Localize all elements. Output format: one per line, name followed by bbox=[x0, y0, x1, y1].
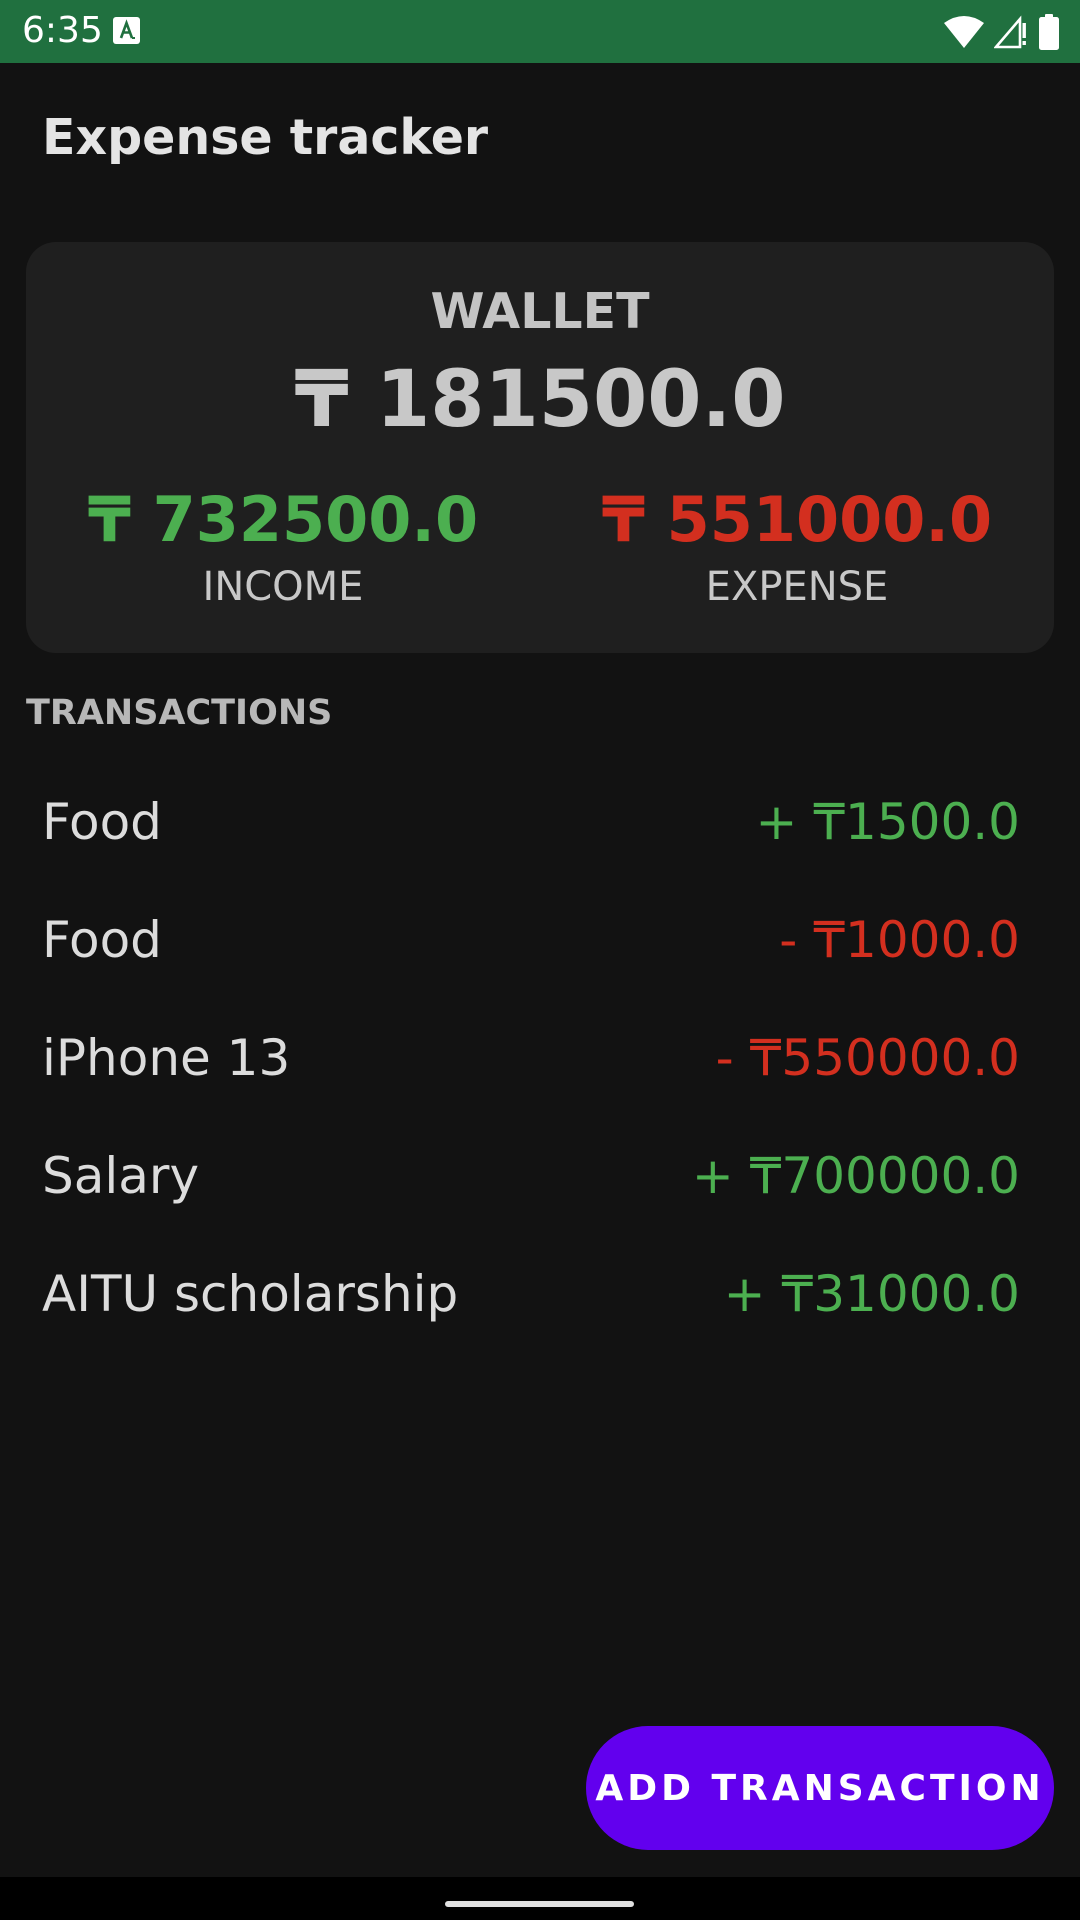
transaction-list: Food + ₸1500.0 Food - ₸1000.0 iPhone 13 … bbox=[42, 763, 1020, 1353]
transaction-amount: + ₸1500.0 bbox=[755, 793, 1020, 851]
transaction-amount: - ₸550000.0 bbox=[715, 1029, 1020, 1087]
transaction-row[interactable]: Food + ₸1500.0 bbox=[42, 763, 1020, 881]
transaction-row[interactable]: AITU scholarship + ₸31000.0 bbox=[42, 1235, 1020, 1353]
home-handle[interactable] bbox=[445, 1901, 634, 1907]
expense-amount: ₸ 551000.0 bbox=[601, 483, 993, 556]
wallet-card: WALLET ₸ 181500.0 ₸ 732500.0 INCOME ₸ 55… bbox=[26, 242, 1054, 653]
expense-summary: ₸ 551000.0 EXPENSE bbox=[540, 482, 1054, 612]
add-transaction-button[interactable]: ADD TRANSACTION bbox=[586, 1726, 1054, 1850]
expense-label: EXPENSE bbox=[705, 564, 889, 610]
a-notification-icon bbox=[113, 17, 140, 44]
transaction-name: Food bbox=[42, 911, 162, 969]
status-icons bbox=[944, 12, 1060, 52]
transaction-name: Food bbox=[42, 793, 162, 851]
income-label: INCOME bbox=[202, 564, 364, 610]
transaction-row[interactable]: Food - ₸1000.0 bbox=[42, 881, 1020, 999]
cell-signal-icon bbox=[994, 15, 1026, 49]
app-title: Expense tracker bbox=[42, 109, 489, 166]
transaction-row[interactable]: Salary + ₸700000.0 bbox=[42, 1117, 1020, 1235]
status-bar: 6:35 bbox=[0, 0, 1080, 63]
income-summary: ₸ 732500.0 INCOME bbox=[26, 482, 540, 612]
status-time: 6:35 bbox=[22, 10, 103, 51]
transactions-header: TRANSACTIONS bbox=[26, 693, 333, 733]
wifi-icon bbox=[944, 16, 984, 48]
transaction-amount: + ₸700000.0 bbox=[691, 1147, 1020, 1205]
wallet-balance: ₸ 181500.0 bbox=[294, 355, 786, 445]
battery-icon bbox=[1039, 14, 1059, 50]
transaction-name: iPhone 13 bbox=[42, 1029, 291, 1087]
wallet-label: WALLET bbox=[430, 283, 650, 340]
transaction-name: AITU scholarship bbox=[42, 1265, 459, 1323]
transaction-amount: - ₸1000.0 bbox=[779, 911, 1020, 969]
transaction-row[interactable]: iPhone 13 - ₸550000.0 bbox=[42, 999, 1020, 1117]
income-amount: ₸ 732500.0 bbox=[87, 483, 479, 556]
transaction-name: Salary bbox=[42, 1147, 200, 1205]
transaction-amount: + ₸31000.0 bbox=[723, 1265, 1020, 1323]
navigation-bar bbox=[0, 1877, 1080, 1920]
